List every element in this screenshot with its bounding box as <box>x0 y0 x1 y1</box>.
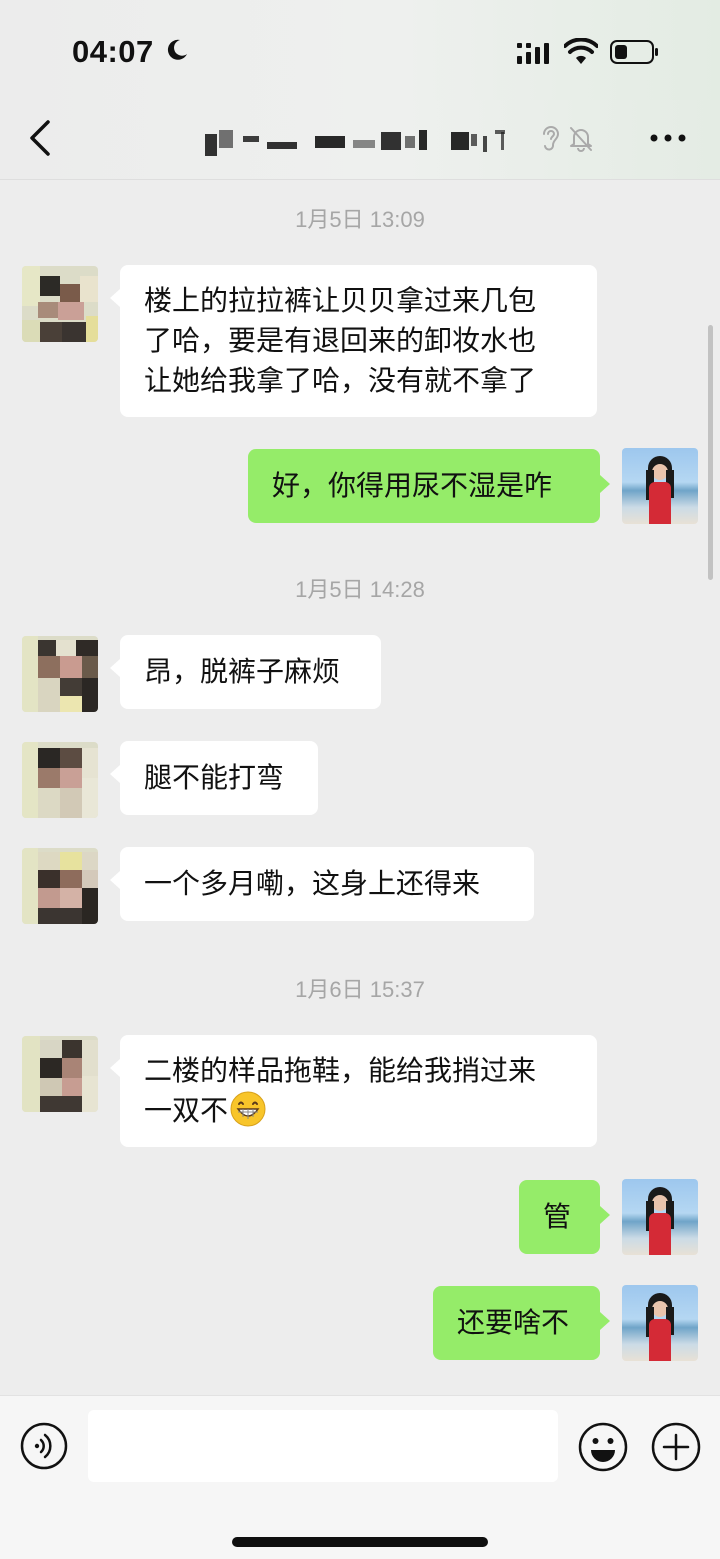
self-avatar[interactable] <box>622 1179 698 1255</box>
cellular-signal-icon <box>517 43 549 64</box>
message-text: 好，你得用尿不湿是咋 <box>272 469 553 502</box>
message-timestamp: 1月6日 15:37 <box>295 977 425 1002</box>
message-bubble-outgoing[interactable]: 还要啥不 <box>433 1286 610 1360</box>
message-text: 昂，脱裤子麻烦 <box>144 655 341 688</box>
message-text-line: 二楼的样品拖鞋，能给我捎过来 <box>144 1054 537 1087</box>
contact-avatar[interactable] <box>22 848 98 924</box>
battery-icon <box>610 40 658 64</box>
moon-icon <box>167 39 187 60</box>
plus-circle-icon[interactable] <box>651 1422 701 1472</box>
home-indicator[interactable] <box>232 1537 488 1547</box>
self-avatar[interactable] <box>622 1285 698 1361</box>
ear-icon <box>543 126 560 151</box>
status-time: 04:07 <box>72 34 154 69</box>
contact-avatar[interactable] <box>22 266 98 342</box>
message-text: 腿不能打弯 <box>144 761 285 794</box>
chat-header <box>0 100 720 180</box>
contact-avatar[interactable] <box>22 636 98 712</box>
message-bubble-outgoing[interactable]: 好，你得用尿不湿是咋 <box>248 449 610 523</box>
message-bubble-incoming[interactable]: 二楼的样品拖鞋，能给我捎过来 一双不 <box>110 1035 597 1147</box>
message-timestamp: 1月5日 14:28 <box>295 577 425 602</box>
message-bubble-incoming[interactable]: 昂，脱裤子麻烦 <box>110 635 381 709</box>
message-bubble-incoming[interactable]: 楼上的拉拉裤让贝贝拿过来几包 了哈，要是有退回来的卸妆水也 让她给我拿了哈，没有… <box>110 265 597 417</box>
voice-icon[interactable] <box>20 1422 68 1470</box>
status-bar: 04:07 <box>0 0 720 100</box>
back-chevron-icon[interactable] <box>24 118 60 158</box>
message-text-line: 了哈，要是有退回来的卸妆水也 <box>144 324 537 357</box>
smiley-icon[interactable] <box>578 1422 628 1472</box>
message-text-line: 让她给我拿了哈，没有就不拿了 <box>144 364 537 397</box>
bell-muted-icon <box>570 127 592 152</box>
message-bubble-incoming[interactable]: 腿不能打弯 <box>110 741 318 815</box>
message-timestamp: 1月5日 13:09 <box>295 207 425 232</box>
message-text: 管 <box>543 1200 572 1233</box>
message-bubble-outgoing[interactable]: 管 <box>519 1180 610 1254</box>
contact-avatar[interactable] <box>22 1036 98 1112</box>
wifi-icon <box>564 38 598 64</box>
self-avatar[interactable] <box>622 448 698 524</box>
grinning-face-icon <box>230 1091 266 1127</box>
contact-avatar[interactable] <box>22 742 98 818</box>
chat-input-bar <box>0 1395 720 1559</box>
message-bubble-incoming[interactable]: 一个多月嘞，这身上还得来 <box>110 847 534 921</box>
scroll-indicator[interactable] <box>708 325 713 580</box>
more-dots-icon[interactable] <box>648 130 688 146</box>
message-text-line: 一双不 <box>144 1094 229 1127</box>
message-text: 一个多月嘞，这身上还得来 <box>144 867 481 900</box>
chat-title <box>205 126 505 158</box>
message-text-line: 楼上的拉拉裤让贝贝拿过来几包 <box>144 284 537 317</box>
message-text: 还要啥不 <box>457 1306 570 1339</box>
message-input[interactable] <box>88 1410 558 1482</box>
